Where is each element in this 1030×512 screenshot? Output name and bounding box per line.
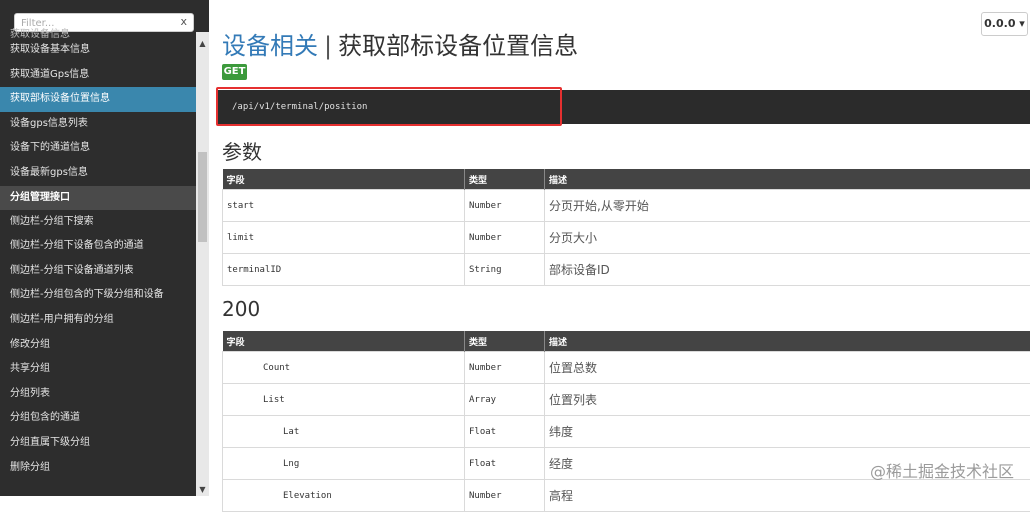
table-row: start Number 分页开始,从零开始 (223, 190, 1030, 222)
scrollbar-thumb[interactable] (198, 152, 207, 242)
sidebar-item[interactable]: 获取设备信息 (0, 24, 196, 38)
table-row: terminalID String 部标设备ID (223, 254, 1030, 286)
field-cell: start (223, 190, 465, 222)
sidebar-scrollbar[interactable]: ▲ ▼ (196, 32, 209, 496)
response-title: 200 (222, 297, 260, 321)
type-cell: Number (465, 222, 545, 254)
sidebar-item-active[interactable]: 获取部标设备位置信息 (0, 87, 196, 112)
version-dropdown[interactable]: 0.0.0 ▾ (981, 12, 1028, 36)
sidebar-item[interactable]: 设备gps信息列表 (0, 112, 196, 137)
table-row: List Array 位置列表 (223, 384, 1030, 416)
sidebar: x 获取设备信息 获取设备基本信息 获取通道Gps信息 获取部标设备位置信息 设… (0, 0, 209, 496)
scroll-up-icon[interactable]: ▲ (196, 38, 209, 50)
desc-cell: 位置总数 (545, 352, 1030, 384)
scroll-down-icon[interactable]: ▼ (196, 484, 209, 496)
sidebar-nav: 获取设备信息 获取设备基本信息 获取通道Gps信息 获取部标设备位置信息 设备g… (0, 24, 196, 480)
type-cell: String (465, 254, 545, 286)
column-header: 类型 (465, 331, 545, 352)
table-row: Count Number 位置总数 (223, 352, 1030, 384)
table-row: limit Number 分页大小 (223, 222, 1030, 254)
desc-cell: 分页开始,从零开始 (545, 190, 1030, 222)
field-cell: Count (223, 352, 465, 384)
desc-cell: 分页大小 (545, 222, 1030, 254)
sidebar-item[interactable]: 分组包含的通道 (0, 406, 196, 431)
type-cell: Float (465, 448, 545, 480)
column-header: 字段 (223, 331, 465, 352)
sidebar-item[interactable]: 侧边栏-分组下设备包含的通道 (0, 234, 196, 259)
method-badge: GET (222, 64, 247, 80)
response-table: 字段 类型 描述 Count Number 位置总数 List Array 位置… (222, 331, 1030, 512)
title-separator: | (318, 32, 338, 60)
column-header: 描述 (545, 169, 1030, 190)
sidebar-item[interactable]: 删除分组 (0, 456, 196, 481)
column-header: 类型 (465, 169, 545, 190)
page-title: 设备相关|获取部标设备位置信息 (222, 26, 578, 61)
api-title: 获取部标设备位置信息 (338, 32, 578, 60)
desc-cell: 位置列表 (545, 384, 1030, 416)
main-content: 0.0.0 ▾ 设备相关|获取部标设备位置信息 GET /api/v1/term… (209, 0, 1030, 496)
desc-cell: 部标设备ID (545, 254, 1030, 286)
type-cell: Number (465, 190, 545, 222)
sidebar-item[interactable]: 分组列表 (0, 382, 196, 407)
table-header-row: 字段 类型 描述 (223, 331, 1030, 352)
type-cell: Float (465, 416, 545, 448)
type-cell: Array (465, 384, 545, 416)
sidebar-item[interactable]: 设备下的通道信息 (0, 136, 196, 161)
table-row: Lat Float 纬度 (223, 416, 1030, 448)
sidebar-item[interactable]: 获取通道Gps信息 (0, 63, 196, 88)
desc-cell: 纬度 (545, 416, 1030, 448)
sidebar-item[interactable]: 修改分组 (0, 333, 196, 358)
params-table: 字段 类型 描述 start Number 分页开始,从零开始 limit Nu… (222, 169, 1030, 286)
sidebar-item[interactable]: 获取设备基本信息 (0, 38, 196, 63)
field-cell: Lng (223, 448, 465, 480)
highlight-annotation (216, 87, 562, 126)
api-group-link[interactable]: 设备相关 (222, 32, 318, 60)
column-header: 字段 (223, 169, 465, 190)
sidebar-item[interactable]: 侧边栏-分组包含的下级分组和设备 (0, 283, 196, 308)
params-title: 参数 (222, 136, 262, 165)
sidebar-item[interactable]: 侧边栏-用户拥有的分组 (0, 308, 196, 333)
sidebar-group-header[interactable]: 分组管理接口 (0, 186, 196, 210)
type-cell: Number (465, 352, 545, 384)
sidebar-item[interactable]: 侧边栏-分组下搜索 (0, 210, 196, 235)
field-cell: limit (223, 222, 465, 254)
field-cell: Lat (223, 416, 465, 448)
sidebar-item[interactable]: 设备最新gps信息 (0, 161, 196, 186)
table-header-row: 字段 类型 描述 (223, 169, 1030, 190)
field-cell: List (223, 384, 465, 416)
sidebar-item[interactable]: 侧边栏-分组下设备通道列表 (0, 259, 196, 284)
field-cell: terminalID (223, 254, 465, 286)
sidebar-item[interactable]: 共享分组 (0, 357, 196, 382)
watermark: @稀土掘金技术社区 (870, 458, 1014, 482)
column-header: 描述 (545, 331, 1030, 352)
sidebar-item[interactable]: 分组直属下级分组 (0, 431, 196, 456)
